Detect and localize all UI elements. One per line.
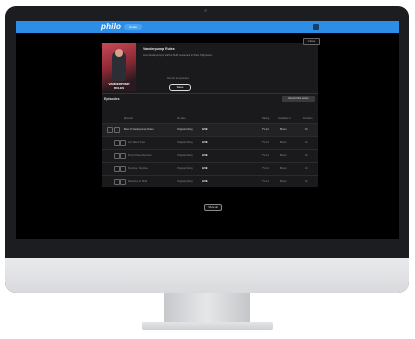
- episode-title: Welcome to SUR: [128, 180, 148, 183]
- episode-channel: Bravo: [280, 128, 287, 131]
- column-header-air-date: Air date: [177, 117, 186, 120]
- save-button[interactable]: Save: [169, 84, 191, 91]
- record-label: Record all episodes: [167, 77, 189, 80]
- episode-air: Original Airing: [177, 141, 193, 144]
- table-row[interactable]: Best of Vanderpump Rules Original Airing…: [102, 123, 318, 136]
- live-badge: LIVE: [202, 167, 208, 170]
- episodes-heading: Episodes: [104, 97, 120, 101]
- play-icon[interactable]: [107, 127, 113, 133]
- record-icon[interactable]: [114, 127, 120, 133]
- record-icon[interactable]: [120, 179, 126, 185]
- episode-air: Original Airing: [177, 128, 193, 131]
- top-navigation-bar: philo Guide: [16, 21, 399, 33]
- episode-title: Jax Takes Over: [128, 141, 146, 144]
- episode-duration: 1h: [305, 128, 308, 131]
- poster-caption: VANDERPUMP RULES: [108, 82, 130, 90]
- episode-channel: Bravo: [280, 167, 287, 170]
- episode-channel: Bravo: [280, 141, 287, 144]
- column-header-available: Available in: [278, 117, 291, 120]
- column-header-duration: Duration: [303, 117, 313, 120]
- record-icon[interactable]: [120, 153, 126, 159]
- show-description: Lisa Vanderpump's staff at SUR restauran…: [143, 54, 214, 57]
- screen: philo Guide Close VANDERPUMP RULES Vande…: [16, 21, 399, 239]
- record-series-button[interactable]: Record this series: [282, 96, 315, 102]
- table-row[interactable]: Jax Takes Over Original Airing LIVE TV-1…: [102, 136, 318, 149]
- section-divider: [102, 93, 318, 94]
- episode-channel: Bravo: [280, 154, 287, 157]
- episode-channel: Bravo: [280, 180, 287, 183]
- episode-rating: TV-14: [262, 128, 269, 131]
- column-header-rating: Rating: [262, 117, 270, 120]
- monitor-stand-base: [142, 322, 273, 330]
- profile-icon[interactable]: [313, 24, 319, 30]
- live-badge: LIVE: [202, 141, 208, 144]
- episode-title: Pump Rules Reunion: [128, 154, 152, 157]
- live-badge: LIVE: [202, 128, 208, 131]
- episode-air: Original Airing: [177, 154, 193, 157]
- show-title: Vanderpump Rules: [143, 47, 175, 51]
- live-badge: LIVE: [202, 180, 208, 183]
- episode-duration: 1h: [305, 154, 308, 157]
- episode-air: Original Airing: [177, 180, 193, 183]
- table-row[interactable]: Pump Rules Reunion Original Airing LIVE …: [102, 149, 318, 162]
- table-row[interactable]: Surprise, Surprise Original Airing LIVE …: [102, 162, 318, 175]
- close-button[interactable]: Close: [303, 38, 320, 45]
- record-icon[interactable]: [120, 166, 126, 172]
- episode-duration: 1h: [305, 180, 308, 183]
- column-header-episode: Episode: [124, 117, 134, 120]
- app-logo[interactable]: philo: [101, 22, 121, 31]
- episode-title: Best of Vanderpump Rules: [124, 128, 154, 131]
- poster-face: [115, 49, 123, 57]
- episode-duration: 1h: [305, 141, 308, 144]
- show-poster: VANDERPUMP RULES: [102, 43, 136, 91]
- episode-rating: TV-14: [262, 141, 269, 144]
- live-badge: LIVE: [202, 154, 208, 157]
- table-row[interactable]: Welcome to SUR Original Airing LIVE TV-1…: [102, 175, 318, 188]
- episode-rating: TV-14: [262, 167, 269, 170]
- episode-air: Original Airing: [177, 167, 193, 170]
- episode-title: Surprise, Surprise: [128, 167, 149, 170]
- monitor-stand-neck: [164, 293, 250, 324]
- camera-icon: [204, 9, 207, 12]
- episode-duration: 1h: [305, 167, 308, 170]
- record-icon[interactable]: [120, 140, 126, 146]
- monitor-chin: [5, 258, 409, 293]
- episode-rating: TV-14: [262, 180, 269, 183]
- nav-guide-tab[interactable]: Guide: [124, 24, 142, 30]
- show-all-button[interactable]: Show all: [204, 204, 222, 211]
- episode-rating: TV-14: [262, 154, 269, 157]
